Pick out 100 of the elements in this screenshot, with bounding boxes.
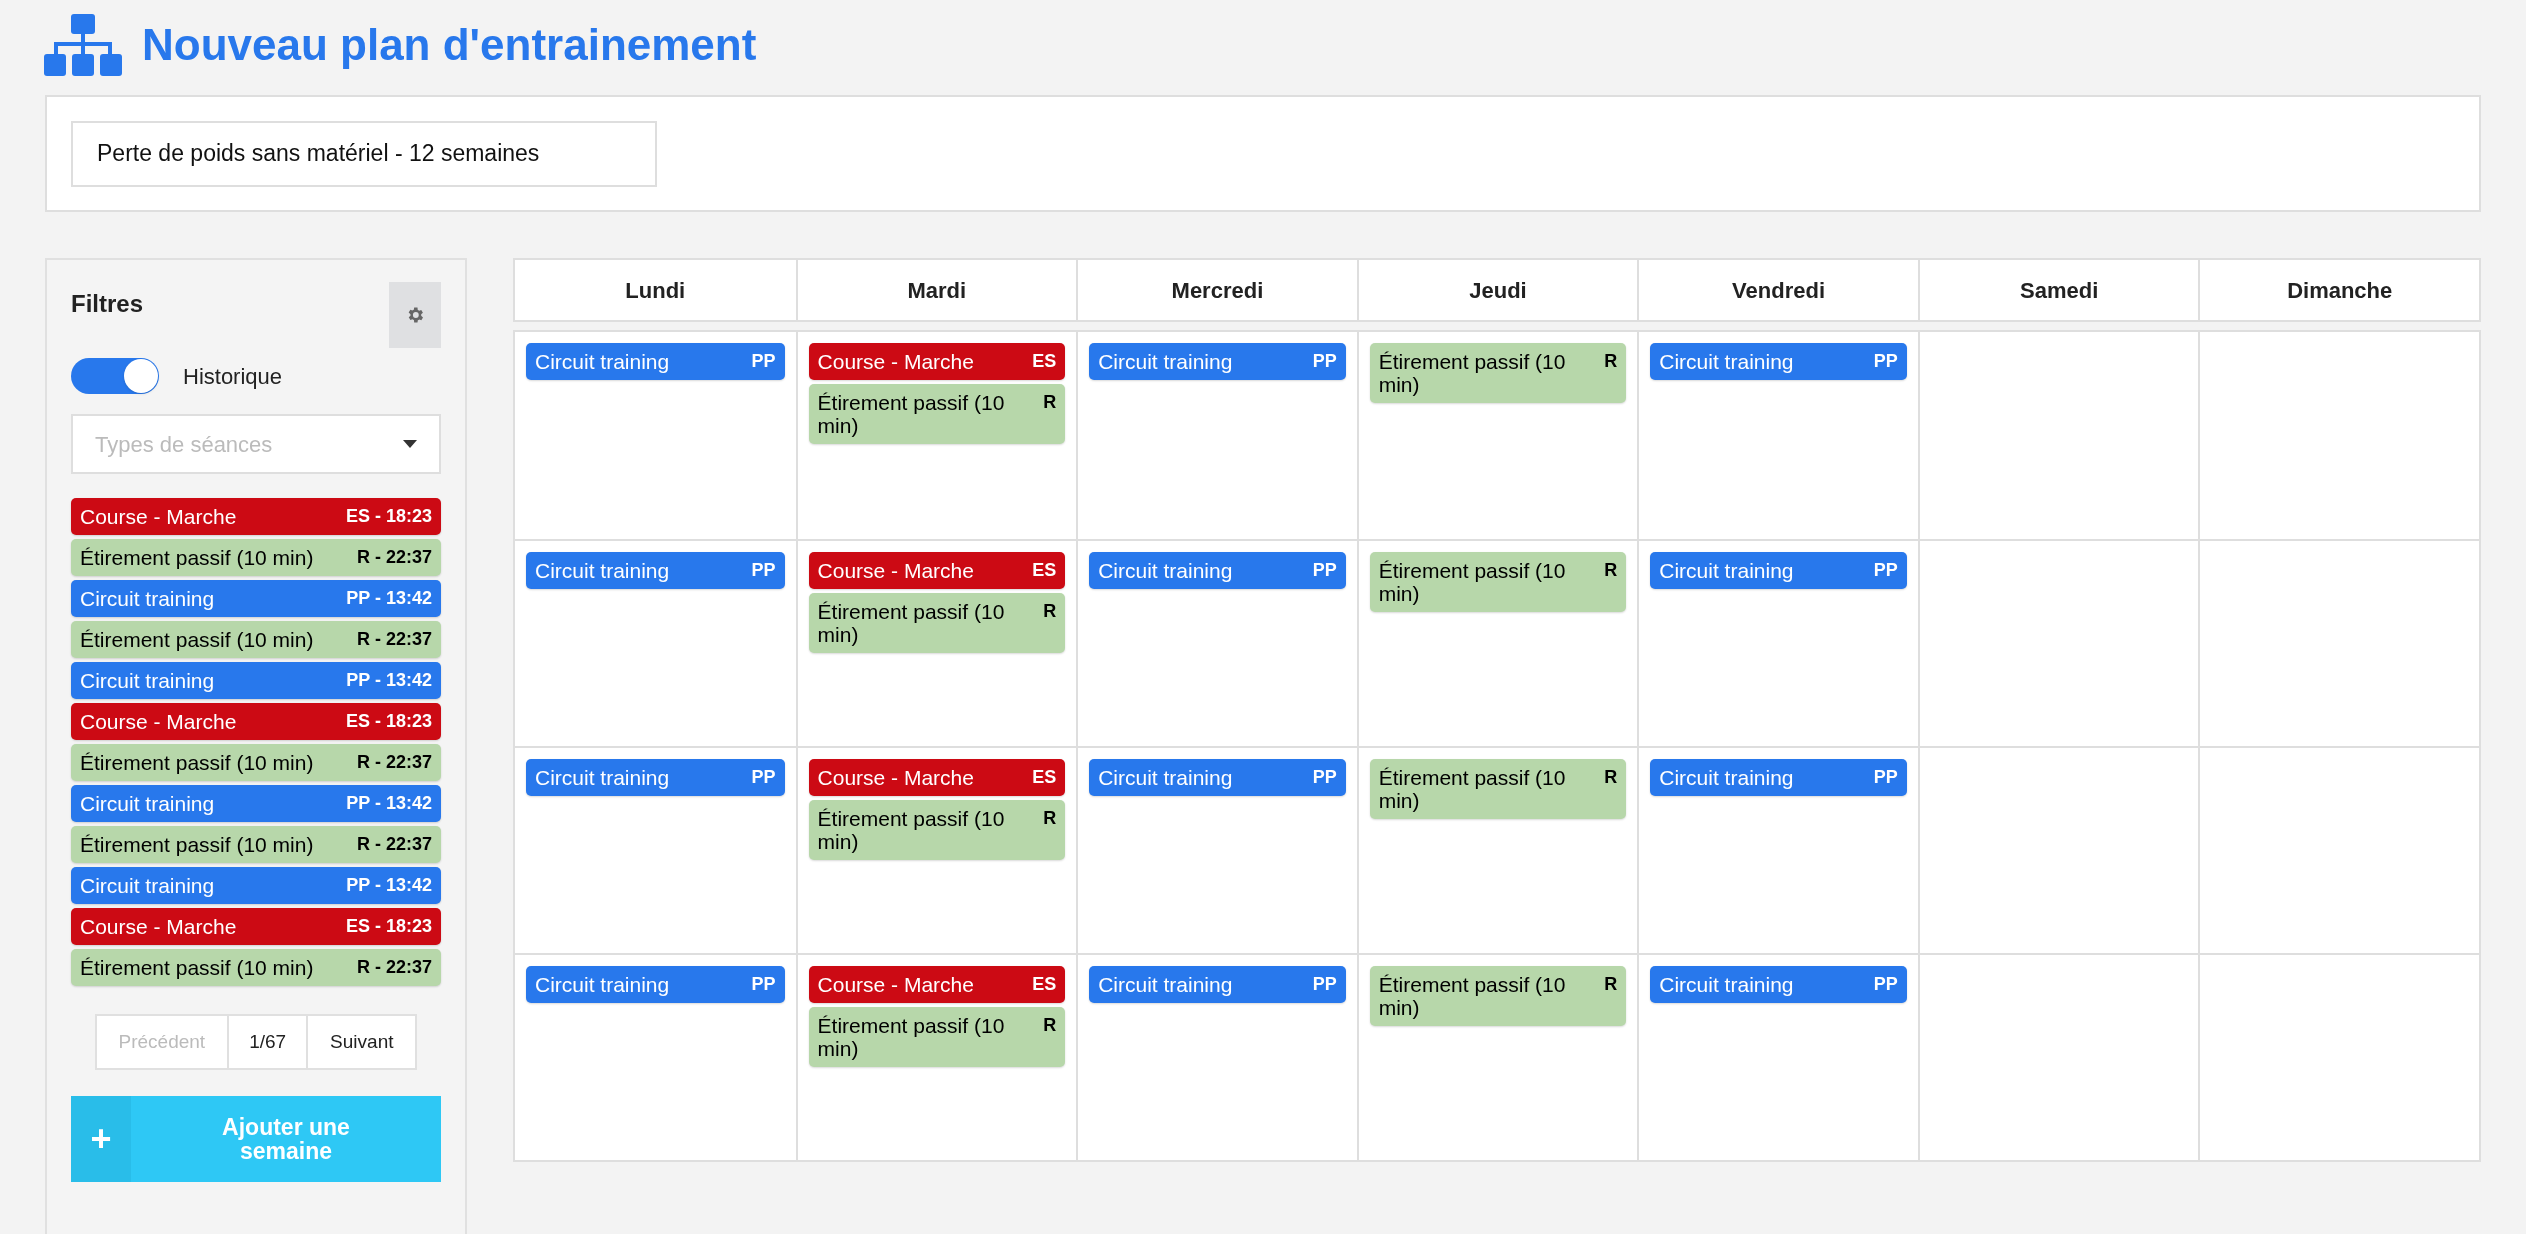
plus-icon: + <box>71 1096 131 1182</box>
session-chip[interactable]: Étirement passif (10 min) R <box>808 593 1066 653</box>
session-tag: R <box>1043 807 1057 830</box>
session-name: Circuit training <box>1098 350 1233 373</box>
settings-button[interactable] <box>389 282 441 348</box>
day-header: Lundi <box>624 276 687 305</box>
session-chip[interactable]: Course - Marche ES - 18:23 <box>71 498 441 535</box>
session-tag: ES - 18:23 <box>345 505 432 528</box>
session-chip[interactable]: Circuit training PP - 13:42 <box>71 785 441 822</box>
session-name: Circuit training <box>80 669 215 692</box>
session-name: Course - Marche <box>817 559 974 582</box>
session-name: Circuit training <box>535 350 670 373</box>
session-tag: PP <box>751 766 776 789</box>
session-tag: R <box>1604 766 1618 789</box>
history-label: Historique <box>183 362 283 391</box>
session-tag: R <box>1043 600 1057 623</box>
session-chip[interactable]: Circuit training PP <box>526 343 785 380</box>
session-name: Étirement passif (10 min) <box>817 807 1006 853</box>
session-chip[interactable]: Course - Marche ES <box>808 552 1066 589</box>
history-toggle[interactable] <box>71 358 159 394</box>
session-chip[interactable]: Circuit training PP <box>1650 759 1907 796</box>
session-name: Étirement passif (10 min) <box>817 1014 1006 1060</box>
session-tag: PP - 13:42 <box>346 874 432 897</box>
session-chip[interactable]: Course - Marche ES <box>808 966 1066 1003</box>
session-chip[interactable]: Course - Marche ES <box>808 759 1066 796</box>
session-tag: PP <box>1873 973 1898 996</box>
session-name: Étirement passif (10 min) <box>80 956 314 979</box>
session-tag: PP - 13:42 <box>346 792 432 815</box>
session-tag: PP <box>1873 766 1898 789</box>
day-header: Dimanche <box>2198 260 2479 320</box>
session-chip[interactable]: Circuit training PP - 13:42 <box>71 580 441 617</box>
session-name: Circuit training <box>80 792 215 815</box>
session-tag: PP <box>1312 350 1337 373</box>
next-button[interactable]: Suivant <box>308 1016 416 1068</box>
session-chip[interactable]: Étirement passif (10 min) R <box>1369 966 1627 1026</box>
session-chip[interactable]: Circuit training PP <box>1089 343 1346 380</box>
session-chip[interactable]: Course - Marche ES - 18:23 <box>71 703 441 740</box>
session-tag: ES <box>1032 766 1057 789</box>
session-chip[interactable]: Circuit training PP - 13:42 <box>71 867 441 904</box>
session-name: Circuit training <box>80 587 215 610</box>
day-header: Jeudi <box>1356 260 1638 320</box>
session-tag: PP <box>751 973 776 996</box>
session-chip[interactable]: Course - Marche ES - 18:23 <box>71 908 441 945</box>
session-tag: PP <box>1873 350 1898 373</box>
session-tag: R - 22:37 <box>356 956 432 979</box>
session-name: Étirement passif (10 min) <box>80 751 314 774</box>
session-tag: PP - 13:42 <box>346 669 432 692</box>
session-chip[interactable]: Circuit training PP <box>526 552 785 589</box>
session-tag: R - 22:37 <box>356 751 432 774</box>
session-chip[interactable]: Étirement passif (10 min) R - 22:37 <box>71 621 441 658</box>
session-name: Circuit training <box>535 973 670 996</box>
sitemap-icon <box>44 14 122 76</box>
session-chip[interactable]: Circuit training PP <box>1089 552 1346 589</box>
plan-name-field[interactable]: Perte de poids sans matériel - 12 semaines <box>71 120 657 187</box>
session-name: Circuit training <box>1659 559 1794 582</box>
session-chip[interactable]: Course - Marche ES <box>808 343 1066 380</box>
session-name: Course - Marche <box>817 766 974 789</box>
select-placeholder: Types de séances <box>95 430 273 459</box>
session-chip[interactable]: Étirement passif (10 min) R <box>808 800 1066 860</box>
session-chip[interactable]: Étirement passif (10 min) R <box>808 384 1066 444</box>
session-name: Étirement passif (10 min) <box>817 391 1006 437</box>
session-name: Étirement passif (10 min) <box>80 628 314 651</box>
session-chip[interactable]: Étirement passif (10 min) R - 22:37 <box>71 826 441 863</box>
filters-title: Filtres <box>71 289 144 319</box>
day-header: Mardi <box>795 260 1077 320</box>
session-chip[interactable]: Étirement passif (10 min) R - 22:37 <box>71 949 441 986</box>
session-name: Course - Marche <box>80 710 237 733</box>
session-chip[interactable]: Circuit training PP <box>526 966 785 1003</box>
session-tag: ES - 18:23 <box>345 915 432 938</box>
session-name: Étirement passif (10 min) <box>1378 350 1567 396</box>
session-name: Circuit training <box>1098 559 1233 582</box>
session-tag: ES <box>1032 559 1057 582</box>
session-tag: R <box>1604 559 1618 582</box>
session-tag: PP - 13:42 <box>346 587 432 610</box>
session-chip[interactable]: Circuit training PP - 13:42 <box>71 662 441 699</box>
session-name: Étirement passif (10 min) <box>1378 973 1567 1019</box>
page-title: Nouveau plan d'entrainement <box>142 19 757 71</box>
session-tag: ES <box>1032 350 1057 373</box>
session-tag: R - 22:37 <box>356 546 432 569</box>
session-chip[interactable]: Circuit training PP <box>526 759 785 796</box>
session-chip[interactable]: Circuit training PP <box>1650 552 1907 589</box>
session-name: Course - Marche <box>817 350 974 373</box>
add-week-label: Ajouter une semaine <box>221 1113 351 1166</box>
session-name: Circuit training <box>1098 766 1233 789</box>
session-chip[interactable]: Étirement passif (10 min) R <box>1369 759 1627 819</box>
session-tag: R <box>1043 391 1057 414</box>
session-tag: PP <box>751 559 776 582</box>
caret-icon <box>403 440 417 448</box>
session-name: Étirement passif (10 min) <box>80 833 314 856</box>
session-chip[interactable]: Circuit training PP <box>1650 343 1907 380</box>
session-chip[interactable]: Étirement passif (10 min) R - 22:37 <box>71 744 441 781</box>
day-header: Mercredi <box>1076 260 1357 320</box>
session-chip[interactable]: Étirement passif (10 min) R <box>1369 552 1627 612</box>
session-tag: R <box>1604 973 1618 996</box>
session-chip[interactable]: Circuit training PP <box>1089 966 1346 1003</box>
session-chip[interactable]: Étirement passif (10 min) R <box>1369 343 1627 403</box>
session-chip[interactable]: Circuit training PP <box>1089 759 1346 796</box>
session-chip[interactable]: Circuit training PP <box>1650 966 1907 1003</box>
session-chip[interactable]: Étirement passif (10 min) R - 22:37 <box>71 539 441 576</box>
session-chip[interactable]: Étirement passif (10 min) R <box>808 1007 1066 1067</box>
